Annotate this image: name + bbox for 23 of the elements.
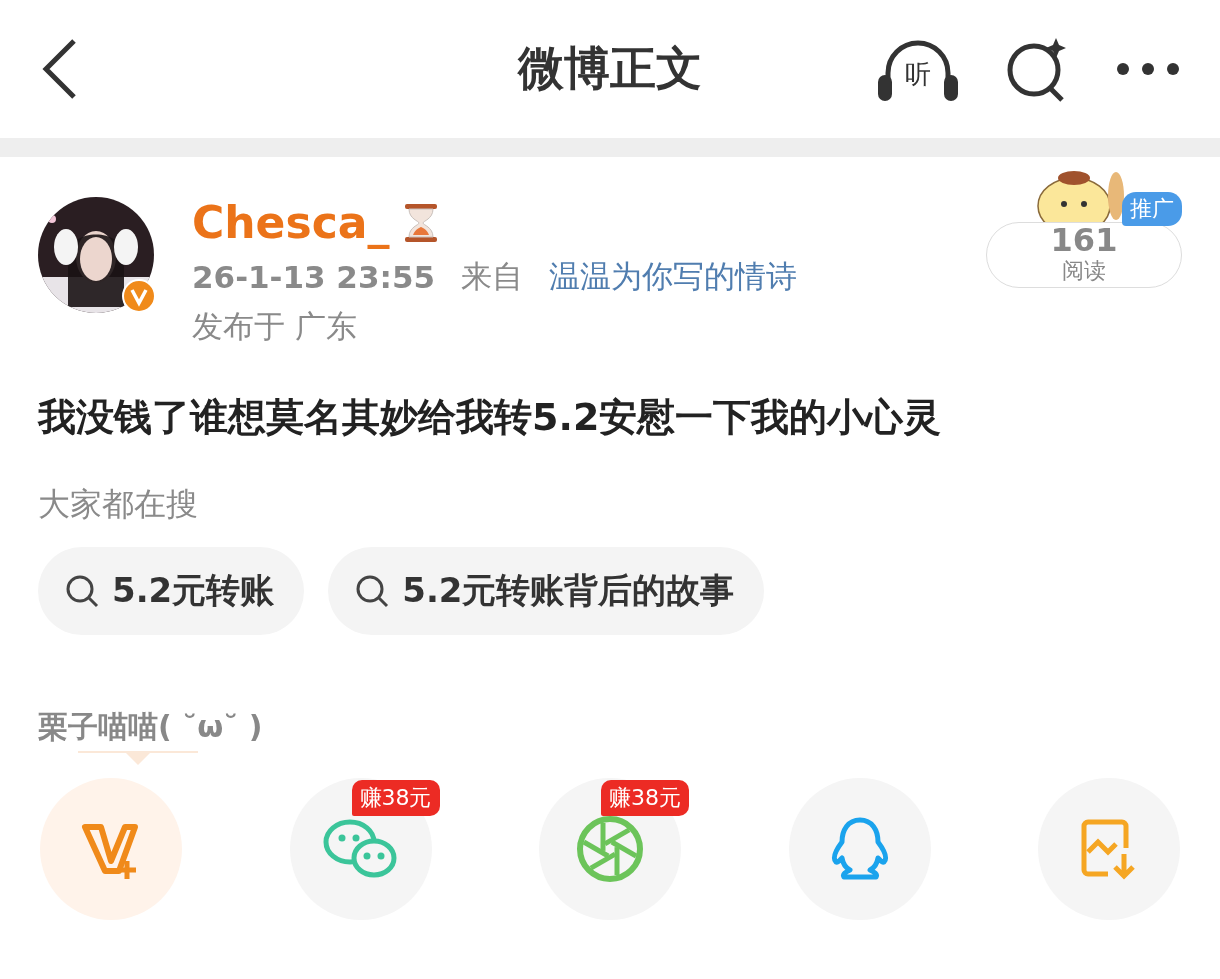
aperture-icon (576, 815, 644, 883)
more-icon[interactable] (1116, 62, 1180, 76)
post-location: 发布于 广东 (192, 307, 358, 346)
search-icon (354, 573, 391, 609)
search-chip[interactable]: 5.2元转账背后的故事 (328, 547, 765, 635)
user-name: 栗子喵喵( ˘ω˘ ) (38, 708, 263, 746)
reward-badge: 赚38元 (601, 780, 689, 816)
search-icon (64, 573, 100, 609)
promo-tag: 推广 (1122, 192, 1182, 226)
read-label: 阅读 (1062, 257, 1106, 285)
page-title: 微博正文 (518, 40, 702, 97)
post-time: 26-1-13 23:55 (192, 259, 436, 295)
read-count: 161 (1050, 224, 1118, 256)
penguin-icon (829, 816, 890, 882)
source-label: 来自 (461, 257, 524, 296)
source-link[interactable]: 温温为你写的情诗 (549, 256, 798, 298)
tooltip-pointer-icon (78, 748, 198, 768)
reward-badge: 赚38元 (351, 780, 440, 816)
hourglass-icon (403, 202, 440, 243)
post-text: 我没钱了谁想莫名其妙给我转5.2安慰一下我的小心灵 (38, 394, 943, 441)
search-chip[interactable]: 5.2元转账 (38, 547, 305, 635)
hot-search-title: 大家都在搜 (38, 484, 199, 525)
verified-badge-icon (122, 279, 156, 313)
